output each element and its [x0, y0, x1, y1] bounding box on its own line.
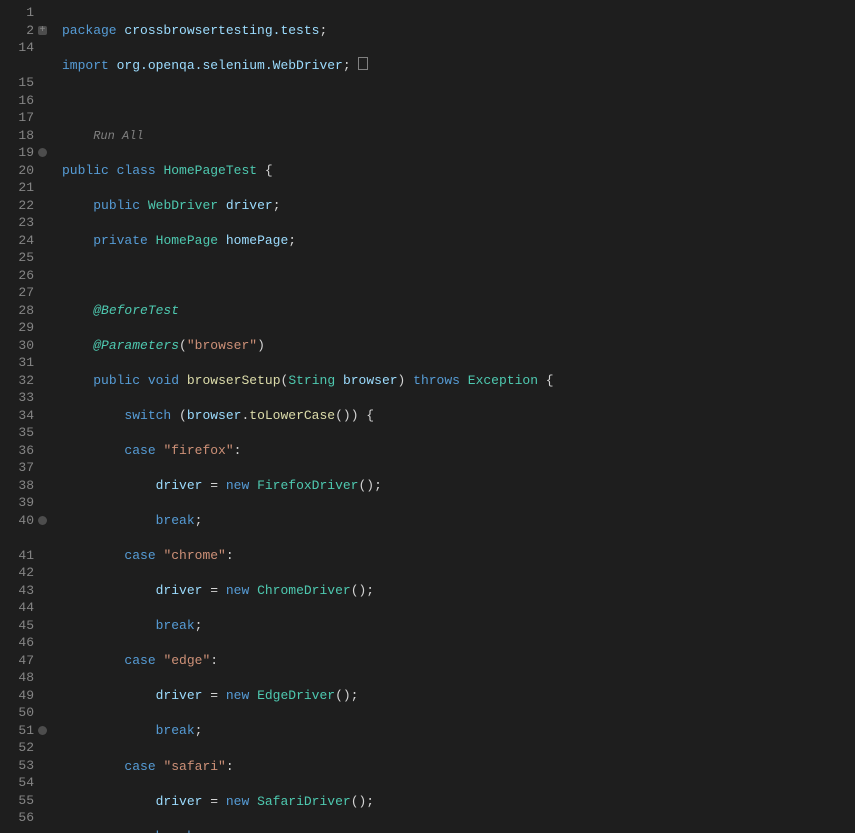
line-number: 44: [0, 599, 36, 617]
code-editor[interactable]: 1 2+ 14 15 16 17 18 19 20 21 22 23 24 25…: [0, 0, 855, 833]
code-line[interactable]: public class HomePageTest {: [62, 162, 855, 180]
line-number: 43: [0, 582, 36, 600]
line-number: 55: [0, 792, 36, 810]
code-line[interactable]: [62, 92, 855, 110]
code-line[interactable]: package crossbrowsertesting.tests;: [62, 22, 855, 40]
line-number: 1: [0, 4, 36, 22]
line-number: [0, 529, 36, 547]
code-line[interactable]: public WebDriver driver;: [62, 197, 855, 215]
line-number: 48: [0, 669, 36, 687]
code-line[interactable]: switch (browser.toLowerCase()) {: [62, 407, 855, 425]
line-number: 2+: [0, 22, 36, 40]
code-line[interactable]: driver = new ChromeDriver();: [62, 582, 855, 600]
code-line[interactable]: case "chrome":: [62, 547, 855, 565]
line-number: 45: [0, 617, 36, 635]
code-line[interactable]: [62, 267, 855, 285]
line-number: 25: [0, 249, 36, 267]
code-line[interactable]: @Parameters("browser"): [62, 337, 855, 355]
code-line[interactable]: break;: [62, 722, 855, 740]
line-number: 39: [0, 494, 36, 512]
line-number: 21: [0, 179, 36, 197]
line-number: 34: [0, 407, 36, 425]
line-number: 31: [0, 354, 36, 372]
code-area[interactable]: package crossbrowsertesting.tests; impor…: [42, 0, 855, 833]
code-line[interactable]: driver = new EdgeDriver();: [62, 687, 855, 705]
line-number: 33: [0, 389, 36, 407]
line-number: 14: [0, 39, 36, 57]
line-number: 47: [0, 652, 36, 670]
code-line[interactable]: private HomePage homePage;: [62, 232, 855, 250]
line-number: 32: [0, 372, 36, 390]
code-line[interactable]: case "firefox":: [62, 442, 855, 460]
line-number: 46: [0, 634, 36, 652]
line-number: 28: [0, 302, 36, 320]
line-number: [0, 57, 36, 75]
code-line[interactable]: import org.openqa.selenium.WebDriver;: [62, 57, 855, 75]
line-number: 37: [0, 459, 36, 477]
line-number: 26: [0, 267, 36, 285]
line-number: 23: [0, 214, 36, 232]
line-number: 53: [0, 757, 36, 775]
line-number: 54: [0, 774, 36, 792]
line-number: 30: [0, 337, 36, 355]
line-number: 20: [0, 162, 36, 180]
line-number: 17: [0, 109, 36, 127]
line-number: 50: [0, 704, 36, 722]
line-number: 41: [0, 547, 36, 565]
line-number: 29: [0, 319, 36, 337]
line-number: 35: [0, 424, 36, 442]
code-line[interactable]: break;: [62, 617, 855, 635]
line-number: 38: [0, 477, 36, 495]
code-line[interactable]: @BeforeTest: [62, 302, 855, 320]
line-number: 22: [0, 197, 36, 215]
line-number: 19: [0, 144, 36, 162]
code-line[interactable]: case "edge":: [62, 652, 855, 670]
code-line[interactable]: public void browserSetup(String browser)…: [62, 372, 855, 390]
line-number: 36: [0, 442, 36, 460]
line-number: 40: [0, 512, 36, 530]
code-line[interactable]: case "safari":: [62, 758, 855, 776]
code-line[interactable]: break;: [62, 828, 855, 833]
line-number: 16: [0, 92, 36, 110]
line-number: 24: [0, 232, 36, 250]
line-number: 49: [0, 687, 36, 705]
folded-region-icon[interactable]: [358, 57, 368, 70]
line-number: 42: [0, 564, 36, 582]
line-number-gutter: 1 2+ 14 15 16 17 18 19 20 21 22 23 24 25…: [0, 0, 42, 833]
codelens-run-all[interactable]: Run All: [62, 127, 855, 145]
line-number: 51: [0, 722, 36, 740]
code-line[interactable]: driver = new SafariDriver();: [62, 793, 855, 811]
line-number: 15: [0, 74, 36, 92]
code-line[interactable]: driver = new FirefoxDriver();: [62, 477, 855, 495]
line-number: 18: [0, 127, 36, 145]
line-number: 27: [0, 284, 36, 302]
line-number: 52: [0, 739, 36, 757]
line-number: 56: [0, 809, 36, 827]
code-line[interactable]: break;: [62, 512, 855, 530]
